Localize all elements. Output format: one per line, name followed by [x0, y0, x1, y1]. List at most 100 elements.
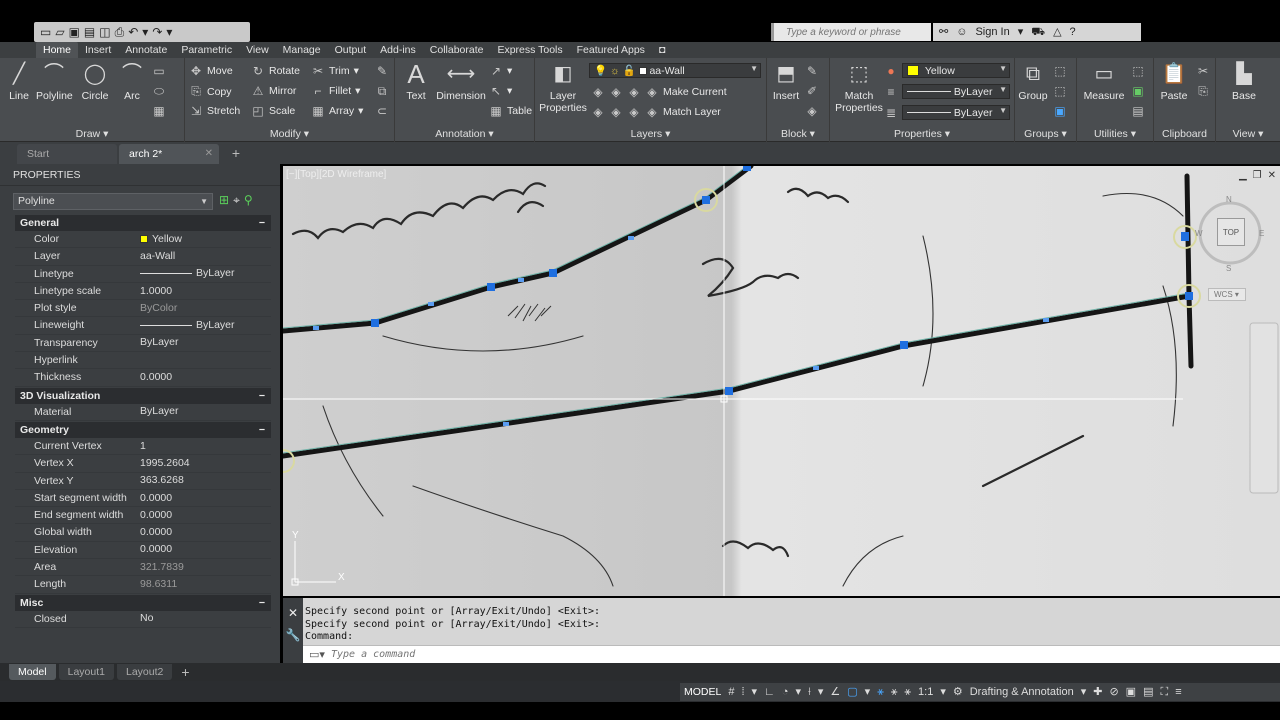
- plus-icon[interactable]: ✚: [1093, 686, 1102, 698]
- prop-global-width[interactable]: Global width 0.0000: [15, 524, 271, 542]
- prop-hyperlink[interactable]: Hyperlink: [15, 352, 271, 370]
- edit-block-button[interactable]: ✐: [805, 84, 819, 98]
- section-3d-visualization[interactable]: 3D Visualization −: [15, 387, 271, 404]
- quick-select-button[interactable]: ⬚: [1131, 64, 1145, 78]
- close-icon[interactable]: ✕: [205, 144, 213, 164]
- dimension-button[interactable]: ⟷ Dimension: [435, 60, 487, 102]
- close-icon[interactable]: ✕: [283, 606, 303, 620]
- prop-closed[interactable]: Closed No: [15, 611, 271, 628]
- fillet-button[interactable]: ⌐ Fillet ▾: [311, 84, 360, 98]
- object-type-select[interactable]: Polyline ▼: [13, 193, 213, 210]
- hatch-button[interactable]: ▦: [152, 104, 166, 118]
- ribbon-tab-annotate[interactable]: Annotate: [118, 42, 174, 58]
- layer-on-icon[interactable]: ◈: [591, 105, 605, 119]
- ribbon-tab-collaborate[interactable]: Collaborate: [423, 42, 491, 58]
- ribbon-tab-view[interactable]: View: [239, 42, 276, 58]
- block-panel-title[interactable]: Block ▾: [767, 128, 829, 140]
- modify-panel-title[interactable]: Modify ▾: [185, 128, 394, 140]
- quick-select-icon[interactable]: ⚲: [244, 193, 253, 208]
- chevron-down-icon[interactable]: ▾: [940, 686, 946, 698]
- table-button[interactable]: ▦ Table: [489, 104, 532, 118]
- search-box[interactable]: [771, 23, 931, 41]
- save-icon[interactable]: ▣: [69, 26, 80, 38]
- ungroup-button[interactable]: ⬚: [1053, 64, 1067, 78]
- ribbon-tab-parametric[interactable]: Parametric: [174, 42, 239, 58]
- array-button[interactable]: ▦ Array ▾: [311, 104, 363, 118]
- section-general[interactable]: General −: [15, 215, 271, 231]
- user-icon[interactable]: ☺: [956, 26, 967, 38]
- explode-button[interactable]: ⧉: [375, 84, 389, 99]
- group-button[interactable]: ⧉ Group: [1017, 60, 1049, 102]
- prop-plot-style[interactable]: Plot style ByColor: [15, 300, 271, 318]
- prop-color[interactable]: Color Yellow: [15, 231, 271, 249]
- select-objects-icon[interactable]: ⌖: [233, 193, 240, 208]
- match-layer-icon[interactable]: ◈: [645, 105, 659, 119]
- new-tab-button[interactable]: +: [227, 146, 245, 162]
- match-properties-button[interactable]: ⬚ Match Properties: [834, 60, 884, 114]
- exchange-icon[interactable]: △: [1053, 26, 1061, 38]
- prop-elevation[interactable]: Elevation 0.0000: [15, 542, 271, 560]
- chevron-down-icon[interactable]: ▾: [1018, 26, 1024, 38]
- ribbon-tab-featured-apps[interactable]: Featured Apps: [570, 42, 652, 58]
- ribbon-tab-express-tools[interactable]: Express Tools: [490, 42, 569, 58]
- ribbon-tab-output[interactable]: Output: [328, 42, 374, 58]
- section-misc[interactable]: Misc −: [15, 594, 271, 611]
- rectangle-button[interactable]: ▭: [152, 64, 166, 78]
- model-space-button[interactable]: MODEL: [684, 687, 721, 698]
- copy-button[interactable]: ⎘ Copy: [189, 84, 231, 99]
- collapse-icon[interactable]: −: [259, 422, 265, 438]
- toggle-pickadd-icon[interactable]: ⊞: [219, 193, 229, 208]
- layers-panel-title[interactable]: Layers ▾: [535, 128, 766, 140]
- linetype-dropdown[interactable]: ByLayer ▼: [902, 105, 1010, 120]
- cut-button[interactable]: ✂: [1196, 64, 1210, 78]
- command-input[interactable]: [331, 649, 931, 660]
- isodraft-icon[interactable]: ⟊: [808, 686, 811, 698]
- collapse-icon[interactable]: −: [259, 388, 265, 404]
- collapse-icon[interactable]: −: [259, 595, 265, 611]
- prop-thickness[interactable]: Thickness 0.0000: [15, 369, 271, 387]
- group-select-button[interactable]: ▣: [1053, 104, 1067, 118]
- restore-icon[interactable]: ❐: [1253, 170, 1262, 181]
- measure-button[interactable]: ▭ Measure: [1081, 60, 1127, 102]
- save-as-icon[interactable]: ▤: [84, 26, 95, 38]
- annotation-scale-icon[interactable]: ⚹: [904, 686, 911, 698]
- calculator-button[interactable]: ▤: [1131, 104, 1145, 118]
- move-button[interactable]: ✥ Move: [189, 64, 233, 78]
- command-prompt-icon[interactable]: ▭▾: [303, 648, 331, 661]
- layer-thaw-icon[interactable]: ◈: [627, 105, 641, 119]
- prop-material[interactable]: Material ByLayer: [15, 404, 271, 421]
- mirror-button[interactable]: ⚠ Mirror: [251, 84, 297, 98]
- plot-icon[interactable]: ⎙: [115, 26, 125, 38]
- ellipse-button[interactable]: ⬭: [152, 84, 166, 99]
- tab-layout1[interactable]: Layout1: [58, 664, 114, 680]
- viewport-controls-label[interactable]: [−][Top][2D Wireframe]: [286, 169, 386, 180]
- otrack-icon[interactable]: ∠: [830, 686, 840, 698]
- snap-icon[interactable]: ⁞: [741, 686, 744, 698]
- auto-scale-icon[interactable]: ⚹: [891, 686, 898, 698]
- properties-panel-title[interactable]: Properties ▾: [830, 128, 1014, 140]
- web-icon[interactable]: ◫: [99, 26, 110, 38]
- ribbon-toggle-icon[interactable]: ◘: [652, 42, 672, 58]
- prop-lineweight[interactable]: Lineweight ByLayer: [15, 317, 271, 335]
- prop-vertex-x[interactable]: Vertex X 1995.2604: [15, 455, 271, 473]
- viewcube[interactable]: TOP: [1217, 218, 1245, 246]
- make-current-button[interactable]: Make Current: [663, 86, 727, 98]
- drawing-viewport[interactable]: Y X [−][Top][2D Wireframe] ▁ ❐ ✕: [283, 166, 1280, 596]
- prop-area[interactable]: Area 321.7839: [15, 559, 271, 577]
- stretch-button[interactable]: ⇲ Stretch: [189, 104, 240, 118]
- undo-icon[interactable]: ↶: [128, 26, 138, 38]
- close-icon[interactable]: ✕: [1268, 170, 1276, 181]
- customize-icon[interactable]: ≡: [1175, 686, 1181, 698]
- lineweight-icon-button[interactable]: ≡: [884, 85, 898, 99]
- layer-unisolate-icon[interactable]: ◈: [609, 105, 623, 119]
- groups-panel-title[interactable]: Groups ▾: [1015, 128, 1076, 140]
- workspace-switch[interactable]: Drafting & Annotation: [970, 686, 1074, 698]
- prop-current-vertex[interactable]: Current Vertex 1: [15, 438, 271, 456]
- tab-start[interactable]: Start: [17, 144, 117, 164]
- layer-properties-button[interactable]: ◧ Layer Properties: [539, 60, 587, 114]
- prop-vertex-y[interactable]: Vertex Y 363.6268: [15, 473, 271, 490]
- chevron-down-icon[interactable]: ▾: [1081, 686, 1087, 698]
- fullscreen-icon[interactable]: ⛶: [1160, 686, 1168, 698]
- line-button[interactable]: ╱ Line: [6, 60, 32, 102]
- match-layer-button[interactable]: Match Layer: [663, 106, 721, 118]
